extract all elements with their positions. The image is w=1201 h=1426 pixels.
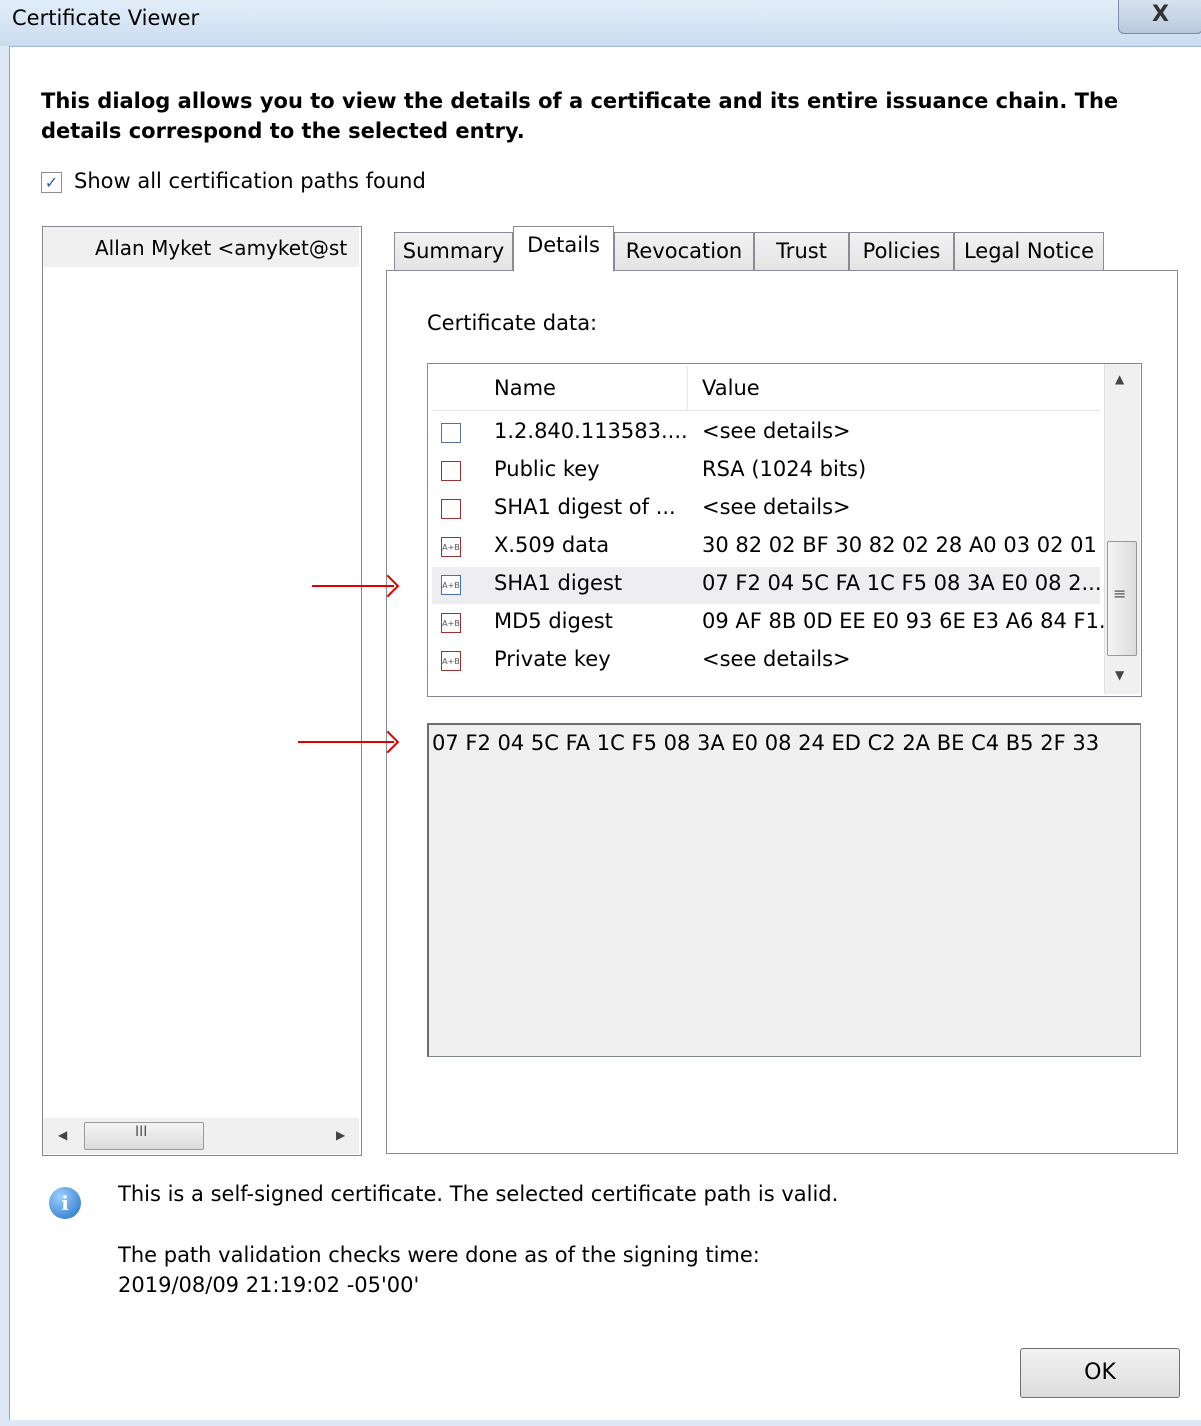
certificate-icon — [441, 499, 461, 519]
column-header-value[interactable]: Value — [702, 376, 760, 400]
row-value: 09 AF 8B 0D EE E0 93 6E E3 A6 84 F1... — [702, 609, 1119, 633]
scroll-grip-icon: ≡ — [1113, 584, 1127, 603]
row-value: <see details> — [702, 419, 851, 443]
data-field-icon: A+B — [441, 537, 461, 557]
info-validation-time: 2019/08/09 21:19:02 -05'00' — [118, 1273, 420, 1297]
info-icon: i — [49, 1187, 81, 1219]
window-title: Certificate Viewer — [12, 6, 200, 30]
show-all-paths-checkbox[interactable]: ✓ — [41, 172, 62, 193]
list-item[interactable]: 1.2.840.113583.... <see details> — [432, 415, 1100, 452]
certificate-path-tree[interactable]: Allan Myket <amyket@st — [42, 226, 362, 1156]
tab-policies[interactable]: Policies — [849, 232, 954, 270]
tab-legal-notice[interactable]: Legal Notice — [954, 232, 1104, 270]
row-name: SHA1 digest — [494, 571, 623, 595]
scroll-grip-icon: III — [135, 1124, 148, 1140]
scroll-left-arrow-icon[interactable]: ◀ — [58, 1128, 67, 1142]
list-item[interactable]: A+B X.509 data 30 82 02 BF 30 82 02 28 A… — [432, 529, 1124, 566]
tree-item-certificate[interactable]: Allan Myket <amyket@st — [43, 227, 359, 267]
list-item[interactable]: A+B MD5 digest 09 AF 8B 0D EE E0 93 6E E… — [432, 605, 1119, 642]
scroll-down-arrow-icon[interactable]: ▼ — [1115, 668, 1124, 682]
info-status-text: This is a self-signed certificate. The s… — [118, 1182, 839, 1206]
tab-details[interactable]: Details — [513, 226, 614, 272]
certificate-icon — [441, 461, 461, 481]
list-item[interactable]: A+B Private key <see details> — [432, 643, 1100, 680]
field-value-text[interactable]: 07 F2 04 5C FA 1C F5 08 3A E0 08 24 ED C… — [432, 731, 1099, 755]
certificate-data-label: Certificate data: — [427, 311, 598, 335]
row-name: SHA1 digest of ... — [494, 495, 676, 519]
intro-text: This dialog allows you to view the detai… — [41, 89, 1119, 143]
data-field-icon: A+B — [441, 651, 461, 671]
row-value: <see details> — [702, 495, 851, 519]
close-button[interactable]: X — [1118, 0, 1201, 34]
window-frame-bottom — [0, 1420, 1201, 1426]
row-name: X.509 data — [494, 533, 610, 557]
show-all-paths-label[interactable]: Show all certification paths found — [74, 169, 426, 193]
column-separator[interactable] — [687, 366, 688, 410]
row-name: Private key — [494, 647, 611, 671]
tab-summary[interactable]: Summary — [394, 232, 513, 270]
row-name: Public key — [494, 457, 600, 481]
info-validation-text: The path validation checks were done as … — [118, 1243, 760, 1267]
row-value: RSA (1024 bits) — [702, 457, 867, 481]
row-name: 1.2.840.113583.... — [494, 419, 688, 443]
window-frame-left — [0, 46, 10, 1426]
row-name: MD5 digest — [494, 609, 613, 633]
row-value: 30 82 02 BF 30 82 02 28 A0 03 02 01 ... — [702, 533, 1124, 557]
scroll-up-arrow-icon[interactable]: ▲ — [1115, 372, 1124, 386]
list-item[interactable]: Public key RSA (1024 bits) — [432, 453, 1100, 490]
tree-item-label: Allan Myket <amyket@st — [95, 236, 348, 260]
tab-trust[interactable]: Trust — [754, 232, 849, 270]
row-value: <see details> — [702, 647, 851, 671]
extension-icon — [441, 423, 461, 443]
list-item[interactable]: SHA1 digest of ... <see details> — [432, 491, 1100, 528]
data-field-icon: A+B — [441, 575, 461, 595]
scroll-right-arrow-icon[interactable]: ▶ — [336, 1128, 345, 1142]
ok-button[interactable]: OK — [1020, 1348, 1180, 1398]
row-value: 07 F2 04 5C FA 1C F5 08 3A E0 08 2... — [702, 571, 1102, 595]
data-field-icon: A+B — [441, 613, 461, 633]
tab-revocation[interactable]: Revocation — [614, 232, 754, 270]
list-item-selected[interactable]: A+B SHA1 digest 07 F2 04 5C FA 1C F5 08 … — [432, 567, 1102, 604]
column-header-name[interactable]: Name — [494, 376, 556, 400]
field-value-box[interactable] — [427, 723, 1141, 1057]
